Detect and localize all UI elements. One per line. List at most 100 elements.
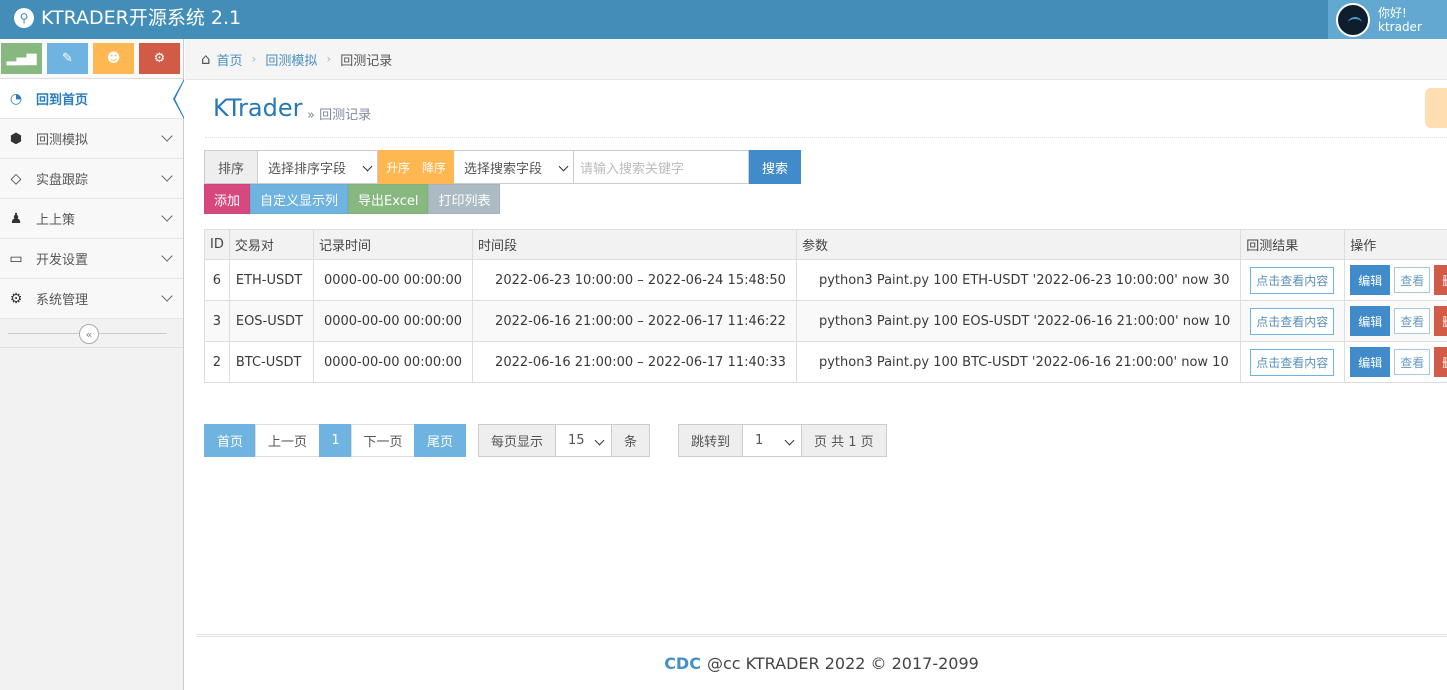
search-field-value: 选择搜索字段 <box>464 161 543 177</box>
cell-params: python3 Paint.py 100 BTC-USDT '2022-06-1… <box>795 341 1242 383</box>
cube-icon: ⬢ <box>9 130 23 147</box>
per-page-label: 每页显示 <box>478 424 557 457</box>
sidebar-item-label: 系统管理 <box>36 293 89 308</box>
cogs-icon: ⚙ <box>153 51 166 66</box>
cell-id: 3 <box>204 300 230 342</box>
home-icon: ⌂ <box>201 50 211 68</box>
pagination-page-current[interactable]: 1 <box>319 424 352 457</box>
sidebar-item-label: 实盘跟踪 <box>36 173 89 188</box>
avatar <box>1336 2 1370 37</box>
pagination-next[interactable]: 下一页 <box>351 424 415 457</box>
sort-field-value: 选择排序字段 <box>268 161 347 177</box>
search-input[interactable]: 请输入搜索关键字 <box>574 150 750 184</box>
edit-button[interactable]: 编辑 <box>1350 347 1391 377</box>
cell-id: 6 <box>204 259 230 301</box>
cell-params: python3 Paint.py 100 ETH-USDT '2022-06-2… <box>795 259 1242 301</box>
cell-record-time: 0000-00-00 00:00:00 <box>312 300 474 342</box>
delete-button[interactable]: 删除 <box>1434 347 1447 377</box>
table-header-row: ID 交易对 记录时间 时间段 参数 回测结果 操作 <box>204 229 1447 260</box>
breadcrumb-current: 回测记录 <box>340 53 393 69</box>
footer-brand: CDC <box>664 654 701 673</box>
sort-label: 排序 <box>204 150 258 184</box>
diamond-icon: ◇ <box>10 170 22 187</box>
chevron-down-icon <box>161 170 173 182</box>
sidebar-item-system[interactable]: ⚙ 系统管理 <box>0 279 183 319</box>
signal-shortcut-button[interactable]: ▂▄▆ <box>1 43 42 74</box>
add-button[interactable]: 添加 <box>204 184 251 214</box>
jump-to-select[interactable]: 1 <box>743 424 802 457</box>
sidebar-item-backtest[interactable]: ⬢ 回测模拟 <box>0 119 183 159</box>
column-header-id[interactable]: ID <box>204 229 230 260</box>
delete-button[interactable]: 删除 <box>1434 306 1447 336</box>
users-icon: ☻ <box>106 51 121 66</box>
column-header-result[interactable]: 回测结果 <box>1240 229 1346 260</box>
breadcrumb-home-link[interactable]: 首页 <box>217 50 243 69</box>
sidebar-item-strategy[interactable]: ♟ 上上策 <box>0 199 183 239</box>
settings-toggle-button[interactable] <box>1425 88 1447 128</box>
search-toolbar: 排序 选择排序字段 升序 降序 选择搜索字段 请输入搜索关键字 搜索 <box>204 150 802 184</box>
breadcrumb-separator-icon: › <box>251 52 257 66</box>
sidebar-item-label: 上上策 <box>36 213 76 228</box>
pencil-shortcut-button[interactable]: ✎ <box>47 43 88 74</box>
brand[interactable]: ⚲ KTRADER开源系统 2.1 <box>14 6 241 30</box>
sort-asc-button[interactable]: 升序 <box>378 150 415 184</box>
cell-pair: BTC-USDT <box>228 341 314 383</box>
sidebar-item-live-tracking[interactable]: ◇ 实盘跟踪 <box>0 159 183 199</box>
sidebar: ▂▄▆ ✎ ☻ ⚙ ◔ 回到首页 ⬢ 回测模拟 ◇ 实盘跟踪 ♟ 上上策 ▭ 开… <box>0 39 184 690</box>
view-content-button[interactable]: 点击查看内容 <box>1250 307 1335 335</box>
sidebar-collapse: « <box>0 319 183 348</box>
sidebar-item-home[interactable]: ◔ 回到首页 <box>0 79 184 119</box>
chevron-down-icon <box>161 210 173 222</box>
breadcrumb-separator-icon: › <box>326 52 332 66</box>
sidebar-item-dev-settings[interactable]: ▭ 开发设置 <box>0 239 183 279</box>
sidebar-item-label: 回测模拟 <box>36 133 89 148</box>
search-button[interactable]: 搜索 <box>749 150 802 184</box>
backtest-records-table: ID 交易对 记录时间 时间段 参数 回测结果 操作 6 ETH-USDT 00… <box>204 229 1447 383</box>
cogs-shortcut-button[interactable]: ⚙ <box>139 43 180 74</box>
cell-result: 点击查看内容 <box>1240 259 1346 301</box>
column-header-pair[interactable]: 交易对 <box>228 229 314 260</box>
users-shortcut-button[interactable]: ☻ <box>93 43 134 74</box>
delete-button[interactable]: 删除 <box>1434 265 1447 295</box>
cell-period: 2022-06-16 21:00:00 – 2022-06-17 11:46:2… <box>472 300 797 342</box>
pagination-last[interactable]: 尾页 <box>414 424 466 457</box>
footer: CDC @cc KTRADER 2022 © 2017-2099 <box>196 634 1447 690</box>
sort-field-select[interactable]: 选择排序字段 <box>258 150 378 184</box>
per-page-group: 每页显示 15 条 <box>478 424 651 457</box>
sort-desc-button[interactable]: 降序 <box>414 150 455 184</box>
pagination-prev[interactable]: 上一页 <box>255 424 320 457</box>
cell-result: 点击查看内容 <box>1240 341 1346 383</box>
cell-pair: EOS-USDT <box>228 300 314 342</box>
custom-columns-button[interactable]: 自定义显示列 <box>250 184 349 214</box>
page-header: KTrader » 回测记录 <box>205 80 1447 138</box>
edit-button[interactable]: 编辑 <box>1350 265 1391 295</box>
chevron-down-icon <box>161 250 173 262</box>
column-header-params[interactable]: 参数 <box>795 229 1242 260</box>
column-header-period[interactable]: 时间段 <box>472 229 797 260</box>
column-header-record-time[interactable]: 记录时间 <box>312 229 474 260</box>
pencil-icon: ✎ <box>62 51 73 66</box>
edit-button[interactable]: 编辑 <box>1350 306 1391 336</box>
breadcrumb-parent-link[interactable]: 回测模拟 <box>265 50 317 69</box>
table-row: 2 BTC-USDT 0000-00-00 00:00:00 2022-06-1… <box>204 341 1447 383</box>
view-content-button[interactable]: 点击查看内容 <box>1250 348 1335 376</box>
print-list-button[interactable]: 打印列表 <box>428 184 501 214</box>
page-subtitle: » 回测记录 <box>307 108 372 123</box>
search-field-select[interactable]: 选择搜索字段 <box>454 150 575 184</box>
cell-actions: 编辑查看删除 <box>1344 300 1447 342</box>
view-button[interactable]: 查看 <box>1394 308 1431 334</box>
pagination-first[interactable]: 首页 <box>204 424 256 457</box>
cell-pair: ETH-USDT <box>228 259 314 301</box>
export-excel-button[interactable]: 导出Excel <box>348 184 429 214</box>
chevron-down-icon <box>784 435 795 446</box>
gear-icon: ⚙ <box>9 290 23 307</box>
view-button[interactable]: 查看 <box>1394 349 1431 375</box>
brand-title: KTRADER开源系统 2.1 <box>41 7 242 29</box>
user-menu[interactable]: 你好! ktrader <box>1328 0 1447 39</box>
double-chevron-left-icon[interactable]: « <box>79 324 99 344</box>
view-button[interactable]: 查看 <box>1394 267 1431 293</box>
per-page-select[interactable]: 15 <box>556 424 612 457</box>
chevron-down-icon <box>558 161 569 172</box>
view-content-button[interactable]: 点击查看内容 <box>1250 266 1335 294</box>
cell-period: 2022-06-23 10:00:00 – 2022-06-24 15:48:5… <box>472 259 797 301</box>
